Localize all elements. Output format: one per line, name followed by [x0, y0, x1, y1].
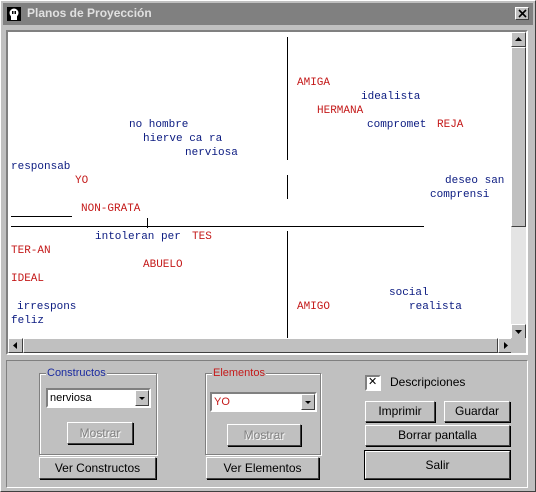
element-label: REJA [437, 119, 464, 131]
ver-constructos-button[interactable]: Ver Constructos [39, 457, 156, 479]
element-label: IDEAL [11, 273, 45, 285]
chevron-down-icon [305, 401, 311, 404]
vertical-axis-upper [287, 37, 288, 160]
horizontal-axis-left [11, 216, 72, 217]
constructos-selected: nerviosa [50, 392, 92, 404]
constructos-mostrar-label: Mostrar [79, 426, 121, 440]
vertical-axis-mid [287, 175, 288, 199]
scroll-corner [511, 338, 526, 353]
app-icon [7, 7, 21, 21]
horizontal-axis-right [148, 226, 424, 227]
imprimir-label: Imprimir [378, 404, 422, 418]
borrar-pantalla-label: Borrar pantalla [398, 428, 477, 442]
window-title: Planos de Proyección [27, 6, 152, 20]
horizontal-scrollbar[interactable] [8, 338, 513, 353]
title-bar[interactable]: Planos de Proyección [3, 3, 533, 25]
construct-label: no hombre [129, 119, 189, 131]
elementos-mostrar-button[interactable]: Mostrar [227, 424, 301, 446]
constructos-mostrar-button[interactable]: Mostrar [67, 422, 133, 444]
scroll-up-button[interactable] [511, 32, 526, 47]
guardar-label: Guardar [454, 404, 500, 418]
construct-label: social [389, 287, 429, 299]
construct-label: realista [409, 301, 462, 313]
elementos-group: Elementos YO Mostrar [205, 367, 321, 455]
imprimir-button[interactable]: Imprimir [365, 401, 435, 422]
construct-label: comprensi [430, 189, 490, 201]
element-label: YO [75, 175, 89, 187]
plot-canvas: AMIGA idealista HERMANA no hombre compromet R… [8, 32, 513, 339]
horizontal-axis-tick [147, 218, 148, 228]
construct-label: deseo san [445, 175, 505, 187]
elementos-title: Elementos [212, 367, 266, 379]
elementos-select[interactable]: YO [210, 392, 317, 412]
vertical-scroll-thumb[interactable] [511, 47, 526, 227]
descripciones-label[interactable]: Descripciones [390, 375, 465, 389]
construct-label: hierve ca ra [143, 133, 223, 145]
element-label: ABUELO [143, 259, 183, 271]
element-label: AMIGA [297, 77, 331, 89]
borrar-pantalla-button[interactable]: Borrar pantalla [365, 425, 510, 446]
construct-label: feliz [11, 315, 45, 327]
arrow-left-icon [13, 342, 17, 349]
scroll-down-button[interactable] [511, 324, 526, 339]
horizontal-axis-join [11, 226, 147, 227]
descripciones-checkbox[interactable]: ✕ [365, 375, 381, 391]
arrow-down-icon [515, 330, 522, 334]
arrow-up-icon [515, 37, 522, 41]
elementos-mostrar-label: Mostrar [243, 428, 285, 442]
construct-label: nerviosa [185, 147, 238, 159]
elementos-selected: YO [214, 396, 230, 408]
projection-plot: AMIGA idealista HERMANA no hombre compromet R… [6, 30, 528, 355]
constructos-group: Constructos nerviosa Mostrar [39, 367, 157, 455]
element-label: TES [192, 231, 212, 243]
construct-label: responsab [11, 161, 71, 173]
construct-label: intoleran per [95, 231, 181, 243]
vertical-axis-lower [287, 231, 288, 339]
horizontal-scroll-thumb[interactable] [23, 338, 498, 353]
construct-label: idealista [361, 91, 421, 103]
close-icon [518, 9, 527, 18]
constructos-select[interactable]: nerviosa [46, 388, 151, 408]
construct-label: compromet [367, 119, 427, 131]
ver-elementos-label: Ver Elementos [223, 461, 302, 475]
element-label: AMIGO [297, 301, 331, 313]
window: Planos de Proyección AMIGA idealista HERMA… [0, 0, 536, 492]
scroll-left-button[interactable] [8, 338, 23, 353]
constructos-dropdown-button[interactable] [135, 390, 149, 406]
ver-constructos-label: Ver Constructos [54, 461, 141, 475]
constructos-title: Constructos [46, 367, 107, 379]
construct-label: irrespons [17, 301, 77, 313]
check-mark-icon: ✕ [368, 375, 378, 388]
vertical-scrollbar[interactable] [511, 32, 526, 339]
close-button[interactable] [515, 7, 529, 20]
element-label: TER-AN [11, 245, 51, 257]
controls-panel: Constructos nerviosa Mostrar Ver Constru… [6, 360, 528, 488]
ver-elementos-button[interactable]: Ver Elementos [206, 457, 319, 479]
chevron-down-icon [139, 397, 145, 400]
guardar-button[interactable]: Guardar [444, 401, 510, 422]
salir-label: Salir [425, 458, 450, 472]
salir-button[interactable]: Salir [364, 450, 511, 480]
elementos-dropdown-button[interactable] [301, 394, 315, 410]
element-label: NON-GRATA [81, 203, 141, 215]
element-label: HERMANA [317, 105, 364, 117]
